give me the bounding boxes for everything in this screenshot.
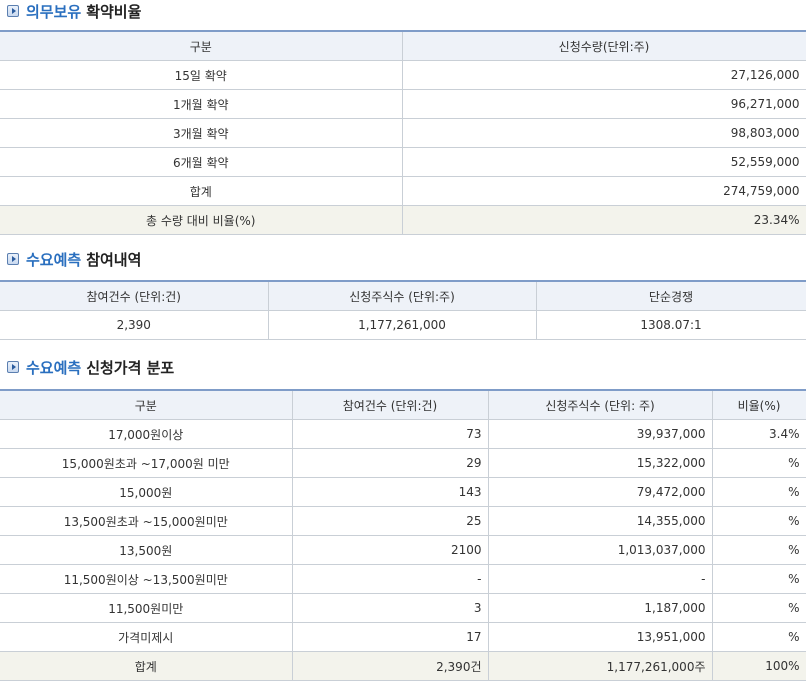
shares: 1,013,037,000 xyxy=(487,535,713,565)
col-header: 비율(%) xyxy=(711,389,806,420)
row-label: 합계 xyxy=(0,176,403,206)
shares: 79,472,000 xyxy=(487,477,713,507)
ratio: % xyxy=(711,593,806,623)
ratio: 100% xyxy=(711,651,806,681)
count: 29 xyxy=(291,448,489,478)
price-distribution-table: 구분 참여건수 (단위:건) 신청주식수 (단위: 주) 비율(%) 17,00… xyxy=(0,389,806,681)
section-heading: 참여내역 xyxy=(86,250,142,269)
count: 2,390건 xyxy=(291,651,489,681)
cell-competition: 1308.07:1 xyxy=(535,310,806,340)
price-range: 11,500원이상 ~13,500원미만 xyxy=(0,564,293,594)
table-row: 11,500원이상 ~13,500원미만 - - % xyxy=(0,564,806,594)
participation-table: 참여건수 (단위:건) 신청주식수 (단위:주) 단순경쟁 2,390 1,17… xyxy=(0,280,806,340)
count: 143 xyxy=(291,477,489,507)
lockup-ratio-table: 구분 신청수량(단위:주) 15일 확약 27,126,000 1개월 확약 9… xyxy=(0,30,806,235)
section-accent: 수요예측 xyxy=(26,358,82,377)
bullet-icon xyxy=(7,361,19,373)
ratio: % xyxy=(711,448,806,478)
row-label: 6개월 확약 xyxy=(0,147,403,177)
col-header: 신청주식수 (단위: 주) xyxy=(487,389,713,420)
row-value: 27,126,000 xyxy=(401,60,806,90)
ratio: 3.4% xyxy=(711,419,806,449)
section-accent: 수요예측 xyxy=(26,250,82,269)
table-row-ratio: 총 수량 대비 비율(%) 23.34% xyxy=(0,205,806,235)
shares: 13,951,000 xyxy=(487,622,713,652)
count: 3 xyxy=(291,593,489,623)
table-row: 13,500원 2100 1,013,037,000 % xyxy=(0,535,806,565)
table-row: 가격미제시 17 13,951,000 % xyxy=(0,622,806,652)
ratio: % xyxy=(711,622,806,652)
table-row: 2,390 1,177,261,000 1308.07:1 xyxy=(0,310,806,340)
price-range: 13,500원초과 ~15,000원미만 xyxy=(0,506,293,536)
row-label: 1개월 확약 xyxy=(0,89,403,119)
shares: 14,355,000 xyxy=(487,506,713,536)
section-title-lockup-ratio: 의무보유 확약비율 xyxy=(0,0,141,22)
price-range: 13,500원 xyxy=(0,535,293,565)
table-row: 15,000원초과 ~17,000원 미만 29 15,322,000 % xyxy=(0,448,806,478)
price-range: 합계 xyxy=(0,651,293,681)
table-row: 1개월 확약 96,271,000 xyxy=(0,89,806,119)
col-header: 참여건수 (단위:건) xyxy=(291,389,489,420)
table-row: 11,500원미만 3 1,187,000 % xyxy=(0,593,806,623)
table-row-total: 합계 2,390건 1,177,261,000주 100% xyxy=(0,651,806,681)
table-row: 6개월 확약 52,559,000 xyxy=(0,147,806,177)
price-range: 11,500원미만 xyxy=(0,593,293,623)
row-value: 23.34% xyxy=(401,205,806,235)
col-header: 구분 xyxy=(0,30,403,61)
price-range: 가격미제시 xyxy=(0,622,293,652)
ratio: % xyxy=(711,564,806,594)
price-range: 15,000원 xyxy=(0,477,293,507)
col-header: 신청주식수 (단위:주) xyxy=(267,280,537,311)
row-label: 총 수량 대비 비율(%) xyxy=(0,205,403,235)
count: 73 xyxy=(291,419,489,449)
count: 17 xyxy=(291,622,489,652)
table-row: 17,000원이상 73 39,937,000 3.4% xyxy=(0,419,806,449)
section-heading: 신청가격 분포 xyxy=(86,358,175,377)
count: 2100 xyxy=(291,535,489,565)
table-row: 합계 274,759,000 xyxy=(0,176,806,206)
price-range: 15,000원초과 ~17,000원 미만 xyxy=(0,448,293,478)
table-row: 3개월 확약 98,803,000 xyxy=(0,118,806,148)
section-title-price-distribution: 수요예측 신청가격 분포 xyxy=(0,356,174,378)
section-title-participation: 수요예측 참여내역 xyxy=(0,248,141,270)
col-header: 참여건수 (단위:건) xyxy=(0,280,269,311)
col-header: 신청수량(단위:주) xyxy=(401,30,806,61)
table-row: 13,500원초과 ~15,000원미만 25 14,355,000 % xyxy=(0,506,806,536)
ratio: % xyxy=(711,506,806,536)
ratio: % xyxy=(711,477,806,507)
col-header: 단순경쟁 xyxy=(535,280,806,311)
shares: 39,937,000 xyxy=(487,419,713,449)
row-value: 52,559,000 xyxy=(401,147,806,177)
count: 25 xyxy=(291,506,489,536)
shares: 1,187,000 xyxy=(487,593,713,623)
bullet-icon xyxy=(7,253,19,265)
row-value: 96,271,000 xyxy=(401,89,806,119)
shares: 1,177,261,000주 xyxy=(487,651,713,681)
table-row: 15일 확약 27,126,000 xyxy=(0,60,806,90)
section-heading: 확약비율 xyxy=(86,2,142,21)
bullet-icon xyxy=(7,5,19,17)
row-value: 274,759,000 xyxy=(401,176,806,206)
cell-shares: 1,177,261,000 xyxy=(267,310,537,340)
count: - xyxy=(291,564,489,594)
row-value: 98,803,000 xyxy=(401,118,806,148)
price-range: 17,000원이상 xyxy=(0,419,293,449)
shares: 15,322,000 xyxy=(487,448,713,478)
row-label: 15일 확약 xyxy=(0,60,403,90)
row-label: 3개월 확약 xyxy=(0,118,403,148)
section-accent: 의무보유 xyxy=(26,2,82,21)
shares: - xyxy=(487,564,713,594)
table-row: 15,000원 143 79,472,000 % xyxy=(0,477,806,507)
cell-count: 2,390 xyxy=(0,310,269,340)
col-header: 구분 xyxy=(0,389,293,420)
ratio: % xyxy=(711,535,806,565)
